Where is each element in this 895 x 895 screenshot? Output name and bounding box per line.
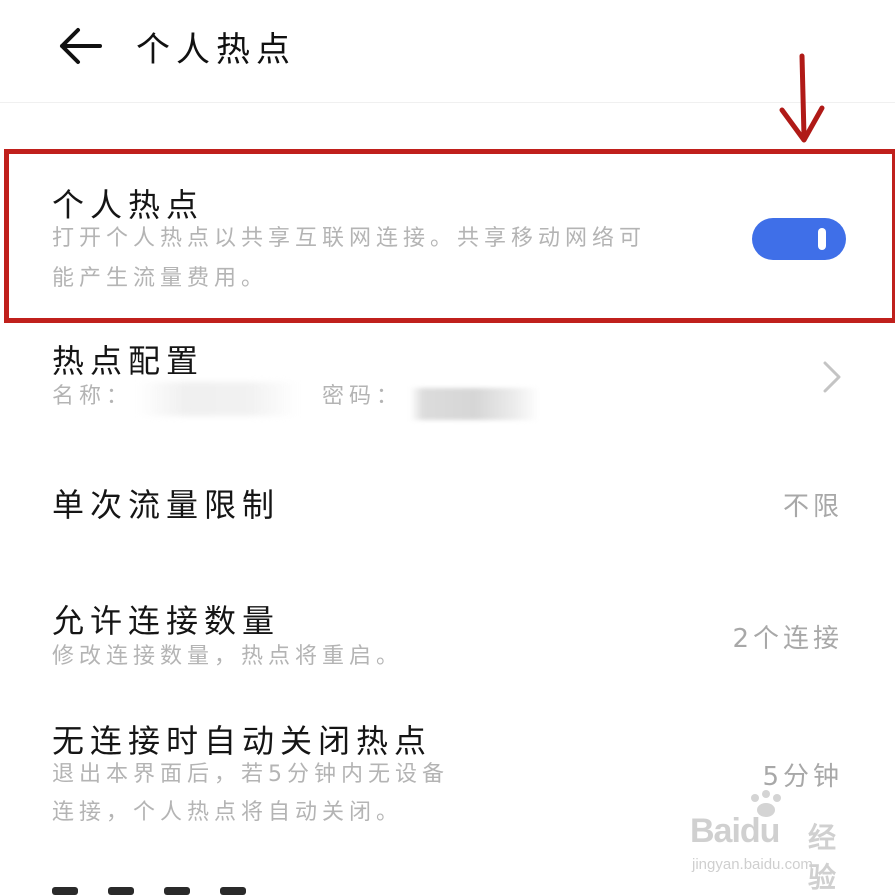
connections-description: 修改连接数量，热点将重启。: [52, 644, 404, 669]
watermark-url: jingyan.baidu.com: [692, 856, 813, 873]
config-title: 热点配置: [52, 342, 205, 380]
toggle-knob: [818, 228, 826, 250]
chevron-right-icon[interactable]: [822, 360, 842, 394]
auto-close-value: 5分钟: [762, 762, 843, 792]
hotspot-config-row[interactable]: 热点配置 名称： 密码：: [0, 330, 895, 440]
red-arrow-down-icon: [779, 53, 825, 143]
auto-close-description-line2: 连接，个人热点将自动关闭。: [52, 800, 404, 825]
hotspot-description-line1: 打开个人热点以共享互联网连接。共享移动网络可: [52, 226, 647, 251]
hotspot-settings-page: 个人热点 个人热点 打开个人热点以共享互联网连接。共享移动网络可 能产生流量费用…: [0, 0, 895, 895]
hotspot-description-line2: 能产生流量费用。: [52, 266, 269, 291]
auto-close-row[interactable]: 无连接时自动关闭热点 退出本界面后，若5分钟内无设备 连接，个人热点将自动关闭。…: [0, 712, 895, 842]
connections-title: 允许连接数量: [52, 602, 281, 640]
data-limit-title: 单次流量限制: [52, 486, 281, 524]
config-password-label: 密码：: [322, 384, 404, 409]
next-row-partial: [52, 880, 292, 895]
data-limit-row[interactable]: 单次流量限制 不限: [0, 470, 895, 540]
connections-row[interactable]: 允许连接数量 修改连接数量，热点将重启。 2个连接: [0, 590, 895, 680]
page-title: 个人热点: [136, 30, 296, 70]
arrow-left-icon[interactable]: [56, 26, 104, 66]
connections-value: 2个连接: [732, 624, 843, 654]
data-limit-value: 不限: [782, 492, 843, 522]
header-bar: 个人热点: [0, 0, 895, 103]
blurred-hotspot-password: [410, 388, 540, 420]
config-name-label: 名称：: [52, 384, 134, 409]
blurred-hotspot-name: [138, 382, 298, 416]
auto-close-description-line1: 退出本界面后，若5分钟内无设备: [52, 762, 449, 787]
hotspot-toggle-switch[interactable]: [752, 218, 846, 260]
